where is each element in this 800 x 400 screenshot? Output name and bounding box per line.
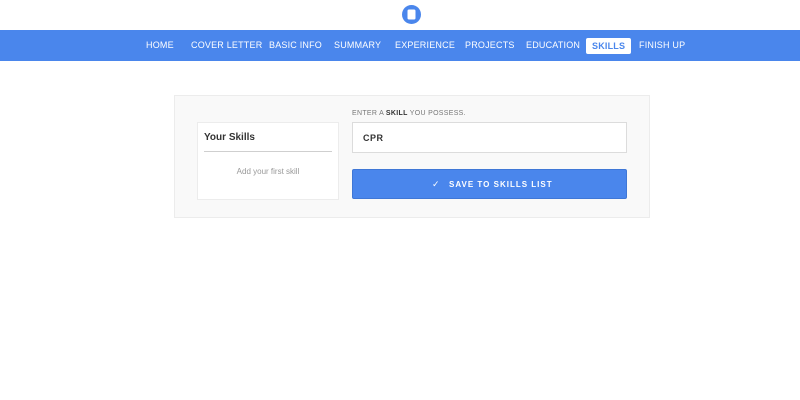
logo[interactable] <box>402 5 421 24</box>
nav-item-experience[interactable]: EXPERIENCE <box>395 39 455 55</box>
nav-item-summary[interactable]: SUMMARY <box>334 39 381 55</box>
document-icon <box>407 9 416 20</box>
save-button-label: SAVE TO SKILLS LIST <box>449 180 553 189</box>
nav-item-education[interactable]: EDUCATION <box>526 39 580 55</box>
skill-input[interactable] <box>352 122 627 153</box>
nav-item-projects[interactable]: PROJECTS <box>465 39 515 55</box>
top-bar <box>0 0 800 30</box>
nav-item-cover-letter[interactable]: COVER LETTER <box>191 39 262 55</box>
nav-item-finish-up[interactable]: FINISH UP <box>639 39 685 55</box>
your-skills-card: Your Skills Add your first skill <box>197 122 339 200</box>
skill-field-label: ENTER A SKILL YOU POSSESS. <box>352 110 466 117</box>
nav-item-home[interactable]: HOME <box>146 39 174 55</box>
label-prefix: ENTER A <box>352 110 384 117</box>
main-nav: HOME COVER LETTER BASIC INFO SUMMARY EXP… <box>0 30 800 61</box>
nav-item-skills[interactable]: SKILLS <box>586 38 632 54</box>
nav-item-basic-info[interactable]: BASIC INFO <box>269 39 322 55</box>
label-emphasis: SKILL <box>385 110 408 117</box>
save-to-skills-button[interactable]: ✓ SAVE TO SKILLS LIST <box>352 169 627 199</box>
your-skills-title: Your Skills <box>204 132 255 143</box>
empty-skills-text: Add your first skill <box>236 167 300 176</box>
check-icon: ✓ <box>432 179 440 189</box>
divider <box>204 151 332 152</box>
label-suffix: YOU POSSESS. <box>409 110 466 117</box>
